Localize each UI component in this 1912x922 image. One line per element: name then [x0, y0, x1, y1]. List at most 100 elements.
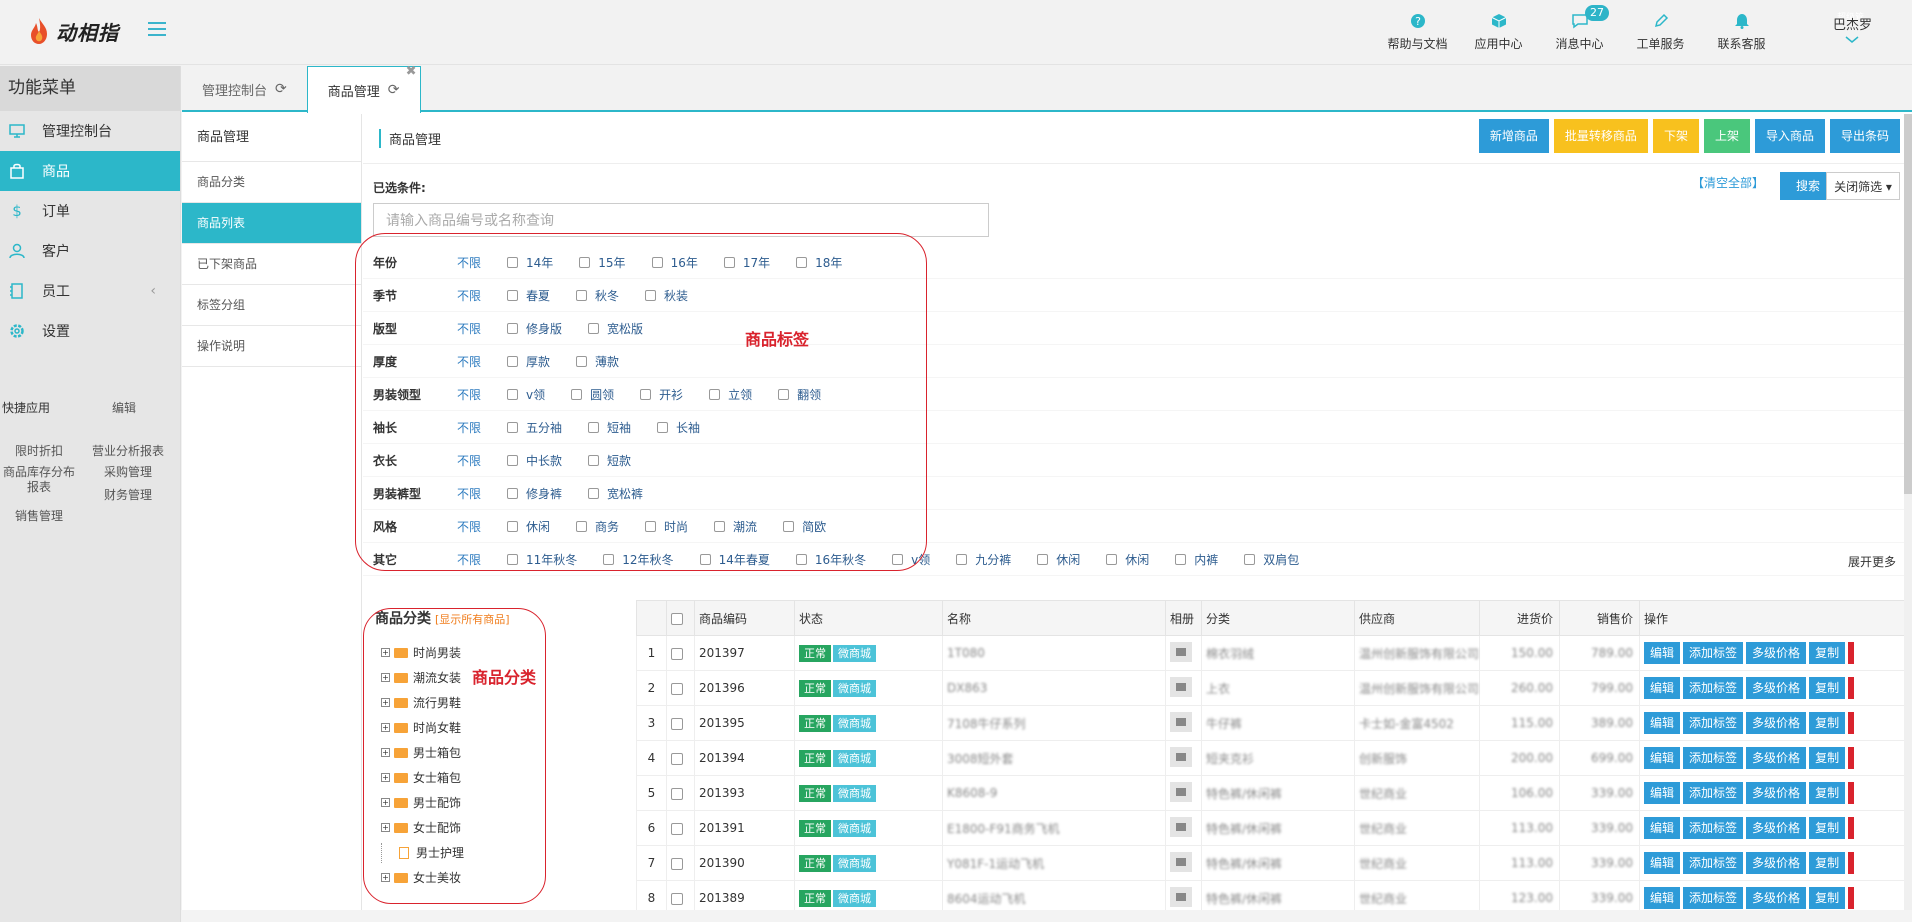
sidebar-item-orders[interactable]: $ 订单 — [0, 191, 180, 231]
copy-button[interactable]: 复制 — [1809, 851, 1846, 874]
add-tag-button[interactable]: 添加标签 — [1683, 641, 1744, 664]
subnav-item-category[interactable]: 商品分类 — [182, 162, 361, 203]
col-select[interactable] — [666, 600, 695, 636]
sidebar-item-settings[interactable]: 设置 — [0, 311, 180, 351]
quick-link[interactable]: 采购管理 — [78, 465, 178, 480]
export-barcode-button[interactable]: 导出条码 — [1829, 119, 1900, 153]
copy-button[interactable]: 复制 — [1809, 781, 1846, 804]
batch-transfer-button[interactable]: 批量转移商品 — [1553, 119, 1648, 153]
table-row[interactable]: 3 201395 正常 微商城 7108牛仔系列 牛仔裤 卡士如-金富4502 115.00 3… — [636, 705, 1906, 741]
clear-all-link[interactable]: 【清空全部】 — [1692, 174, 1764, 191]
copy-button[interactable]: 复制 — [1809, 816, 1846, 839]
add-tag-button[interactable]: 添加标签 — [1683, 781, 1744, 804]
delete-button[interactable] — [1848, 817, 1855, 840]
quick-link[interactable]: 商品库存分布报表 — [0, 465, 78, 503]
quick-link[interactable]: 营业分析报表 — [78, 444, 178, 459]
row-album[interactable] — [1165, 635, 1202, 671]
row-album[interactable] — [1165, 670, 1202, 706]
close-filter-dropdown[interactable]: 关闭筛选 ▾ — [1826, 172, 1900, 200]
expand-more-link[interactable]: 展开更多 — [1848, 553, 1896, 570]
quick-apps-edit-link[interactable]: 编辑 — [112, 399, 136, 416]
add-tag-button[interactable]: 添加标签 — [1683, 851, 1744, 874]
edit-button[interactable]: 编辑 — [1644, 711, 1681, 734]
filter-option[interactable]: 双肩包 — [1244, 551, 1299, 568]
table-row[interactable]: 7 201390 正常 微商城 Y081F-1运动飞机 特色裤/休闲裤 世纪商业 113.00… — [636, 845, 1906, 881]
vertical-scrollbar[interactable] — [1904, 114, 1912, 922]
close-icon[interactable]: ✖ — [406, 64, 417, 79]
multi-price-button[interactable]: 多级价格 — [1746, 746, 1807, 769]
delete-button[interactable] — [1848, 747, 1855, 770]
row-album[interactable] — [1165, 845, 1202, 881]
add-goods-button[interactable]: 新增商品 — [1478, 119, 1549, 153]
multi-price-button[interactable]: 多级价格 — [1746, 781, 1807, 804]
table-row[interactable]: 2 201396 正常 微商城 DX863 上衣 温州创新服饰有限公司 260.00 799.0… — [636, 670, 1906, 706]
multi-price-button[interactable]: 多级价格 — [1746, 886, 1807, 909]
table-row[interactable]: 1 201397 正常 微商城 1T080 棉衣羽绒 温州创新服饰有限公司 150.00 789… — [636, 635, 1906, 671]
subnav-item-delisted[interactable]: 已下架商品 — [182, 244, 361, 285]
edit-button[interactable]: 编辑 — [1644, 886, 1681, 909]
quick-link[interactable]: 限时折扣 — [0, 444, 78, 459]
topnav-apps[interactable]: 应用中心 — [1458, 10, 1539, 52]
add-tag-button[interactable]: 添加标签 — [1683, 886, 1744, 909]
user-menu[interactable]: 巴杰罗 — [1833, 14, 1872, 48]
add-tag-button[interactable]: 添加标签 — [1683, 711, 1744, 734]
subnav-item-instructions[interactable]: 操作说明 — [182, 326, 361, 367]
sidebar-item-customers[interactable]: 客户 — [0, 231, 180, 271]
table-row[interactable]: 5 201393 正常 微商城 K8608-9 特色裤/休闲裤 世纪商业 106.00 339.… — [636, 775, 1906, 811]
edit-button[interactable]: 编辑 — [1644, 641, 1681, 664]
list-button[interactable]: 上架 — [1703, 119, 1750, 153]
refresh-icon[interactable]: ⟳ — [275, 81, 287, 97]
row-checkbox[interactable] — [666, 635, 695, 671]
topnav-messages[interactable]: 27 消息中心 — [1539, 5, 1620, 52]
row-checkbox[interactable] — [666, 775, 695, 811]
copy-button[interactable]: 复制 — [1809, 641, 1846, 664]
row-checkbox[interactable] — [666, 810, 695, 846]
sidebar-item-staff[interactable]: 员工 ‹ — [0, 271, 180, 311]
copy-button[interactable]: 复制 — [1809, 676, 1846, 699]
copy-button[interactable]: 复制 — [1809, 746, 1846, 769]
edit-button[interactable]: 编辑 — [1644, 816, 1681, 839]
edit-button[interactable]: 编辑 — [1644, 676, 1681, 699]
topnav-tickets[interactable]: 工单服务 — [1620, 10, 1701, 52]
edit-button[interactable]: 编辑 — [1644, 746, 1681, 769]
add-tag-button[interactable]: 添加标签 — [1683, 676, 1744, 699]
row-checkbox[interactable] — [666, 740, 695, 776]
row-album[interactable] — [1165, 740, 1202, 776]
sidebar-item-console[interactable]: 管理控制台 — [0, 111, 180, 151]
table-row[interactable]: 4 201394 正常 微商城 3008短外套 短夹克衫 创新服饰 200.00 699.00 编… — [636, 740, 1906, 776]
delete-button[interactable] — [1848, 642, 1855, 665]
filter-option[interactable]: 内裤 — [1175, 551, 1218, 568]
multi-price-button[interactable]: 多级价格 — [1746, 816, 1807, 839]
row-checkbox[interactable] — [666, 845, 695, 881]
horizontal-scrollbar[interactable] — [182, 910, 1912, 922]
refresh-icon[interactable]: ⟳ — [388, 82, 400, 98]
delete-button[interactable] — [1848, 677, 1855, 700]
delete-button[interactable] — [1848, 712, 1855, 735]
topnav-support[interactable]: 联系客服 — [1701, 10, 1782, 52]
search-input[interactable] — [373, 203, 989, 237]
multi-price-button[interactable]: 多级价格 — [1746, 851, 1807, 874]
subnav-item-goods-list[interactable]: 商品列表 — [182, 203, 361, 244]
subnav-item-tag-groups[interactable]: 标签分组 — [182, 285, 361, 326]
add-tag-button[interactable]: 添加标签 — [1683, 816, 1744, 839]
edit-button[interactable]: 编辑 — [1644, 781, 1681, 804]
table-row[interactable]: 6 201391 正常 微商城 E1800-F91商务飞机 特色裤/休闲裤 世纪商业 113.… — [636, 810, 1906, 846]
add-tag-button[interactable]: 添加标签 — [1683, 746, 1744, 769]
multi-price-button[interactable]: 多级价格 — [1746, 676, 1807, 699]
filter-option[interactable]: 休闲 — [1037, 551, 1080, 568]
filter-option[interactable]: 九分裤 — [956, 551, 1011, 568]
delete-button[interactable] — [1848, 782, 1855, 805]
delist-button[interactable]: 下架 — [1652, 119, 1699, 153]
copy-button[interactable]: 复制 — [1809, 711, 1846, 734]
filter-option[interactable]: 休闲 — [1106, 551, 1149, 568]
copy-button[interactable]: 复制 — [1809, 886, 1846, 909]
multi-price-button[interactable]: 多级价格 — [1746, 641, 1807, 664]
import-goods-button[interactable]: 导入商品 — [1754, 119, 1825, 153]
delete-button[interactable] — [1848, 852, 1855, 875]
row-album[interactable] — [1165, 775, 1202, 811]
quick-link[interactable]: 销售管理 — [0, 509, 78, 524]
row-album[interactable] — [1165, 810, 1202, 846]
sidebar-item-goods[interactable]: 商品 — [0, 151, 180, 191]
row-checkbox[interactable] — [666, 705, 695, 741]
topnav-help[interactable]: ? 帮助与文档 — [1377, 10, 1458, 52]
